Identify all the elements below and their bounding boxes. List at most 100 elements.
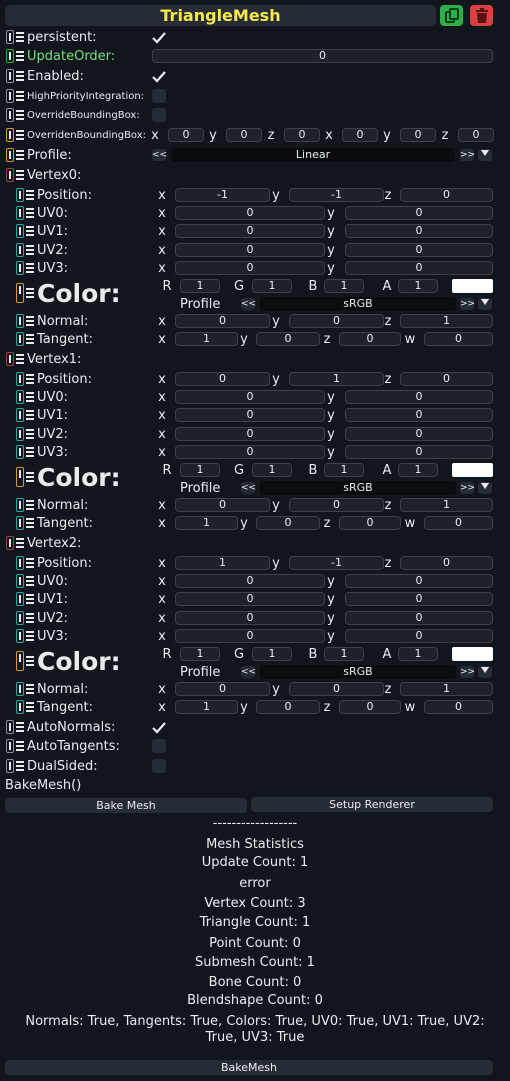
next-button[interactable]: >> bbox=[460, 666, 475, 678]
menu-icon[interactable] bbox=[16, 71, 24, 81]
color-swatch[interactable] bbox=[452, 279, 493, 293]
profile-selector[interactable]: Linear bbox=[171, 148, 455, 162]
position-z-field[interactable]: 0 bbox=[400, 556, 493, 570]
color-r-field[interactable]: 1 bbox=[180, 463, 220, 477]
color-g-field[interactable]: 1 bbox=[252, 279, 292, 293]
tangent-w-field[interactable]: 0 bbox=[424, 700, 493, 714]
uv2-y-field[interactable]: 0 bbox=[345, 426, 493, 441]
uv2-x-field[interactable]: 0 bbox=[175, 426, 325, 441]
menu-icon[interactable] bbox=[26, 518, 34, 528]
color-profile-selector[interactable]: sRGB bbox=[260, 481, 456, 495]
uv3-x-field[interactable]: 0 bbox=[175, 628, 325, 643]
menu-icon[interactable] bbox=[26, 656, 34, 666]
drag-handle[interactable] bbox=[6, 739, 14, 753]
color-r-field[interactable]: 1 bbox=[180, 279, 220, 293]
color-g-field[interactable]: 1 bbox=[252, 463, 292, 477]
drag-handle[interactable] bbox=[6, 49, 14, 63]
next-button[interactable]: >> bbox=[460, 149, 475, 161]
tangent-x-field[interactable]: 1 bbox=[175, 516, 238, 530]
bbox-field[interactable]: 0 bbox=[342, 128, 378, 142]
drag-handle[interactable] bbox=[6, 148, 14, 162]
menu-icon[interactable] bbox=[16, 91, 24, 101]
prev-button[interactable]: << bbox=[152, 149, 167, 161]
menu-icon[interactable] bbox=[26, 226, 34, 237]
dropdown-button[interactable] bbox=[478, 482, 492, 494]
position-y-field[interactable]: -1 bbox=[289, 188, 384, 202]
color-r-field[interactable]: 1 bbox=[180, 647, 220, 661]
position-x-field[interactable]: 1 bbox=[175, 556, 270, 570]
menu-icon[interactable] bbox=[26, 374, 34, 384]
position-x-field[interactable]: 0 bbox=[175, 372, 270, 386]
menu-icon[interactable] bbox=[16, 761, 24, 771]
dropdown-button[interactable] bbox=[478, 149, 492, 161]
drag-handle[interactable] bbox=[16, 700, 24, 714]
drag-handle[interactable] bbox=[6, 352, 14, 366]
drag-handle[interactable] bbox=[6, 720, 14, 734]
dropdown-button[interactable] bbox=[478, 666, 492, 678]
drag-handle[interactable] bbox=[6, 759, 14, 773]
menu-icon[interactable] bbox=[26, 684, 34, 694]
tangent-x-field[interactable]: 1 bbox=[175, 700, 238, 714]
menu-icon[interactable] bbox=[16, 110, 24, 120]
uv3-y-field[interactable]: 0 bbox=[345, 444, 493, 459]
drag-handle[interactable] bbox=[16, 283, 24, 303]
drag-handle[interactable] bbox=[16, 188, 24, 202]
drag-handle[interactable] bbox=[16, 444, 24, 459]
normal-z-field[interactable]: 1 bbox=[400, 682, 493, 696]
prev-button[interactable]: << bbox=[241, 666, 256, 678]
uv3-x-field[interactable]: 0 bbox=[175, 444, 325, 459]
menu-icon[interactable] bbox=[26, 392, 34, 402]
bakemesh-button[interactable]: BakeMesh bbox=[5, 1060, 493, 1075]
menu-icon[interactable] bbox=[26, 500, 34, 510]
bbox-field[interactable]: 0 bbox=[168, 128, 204, 142]
uv0-y-field[interactable]: 0 bbox=[345, 574, 493, 588]
dualsided-checkbox[interactable] bbox=[152, 759, 166, 773]
normal-x-field[interactable]: 0 bbox=[175, 498, 270, 512]
drag-handle[interactable] bbox=[16, 610, 24, 625]
drag-handle[interactable] bbox=[16, 314, 24, 328]
drag-handle[interactable] bbox=[16, 574, 24, 588]
color-a-field[interactable]: 1 bbox=[398, 463, 438, 477]
drag-handle[interactable] bbox=[16, 242, 24, 257]
persistent-checkbox[interactable] bbox=[152, 30, 166, 44]
menu-icon[interactable] bbox=[16, 354, 24, 364]
bbox-field[interactable]: 0 bbox=[458, 128, 494, 142]
drag-handle[interactable] bbox=[16, 682, 24, 696]
color-swatch[interactable] bbox=[452, 647, 493, 661]
drag-handle[interactable] bbox=[16, 332, 24, 346]
normal-z-field[interactable]: 1 bbox=[400, 314, 493, 328]
menu-icon[interactable] bbox=[26, 594, 34, 605]
drag-handle[interactable] bbox=[16, 224, 24, 239]
normal-z-field[interactable]: 1 bbox=[400, 498, 493, 512]
normal-y-field[interactable]: 0 bbox=[289, 682, 384, 696]
menu-icon[interactable] bbox=[26, 410, 34, 421]
uv0-x-field[interactable]: 0 bbox=[175, 574, 325, 588]
setup-renderer-button[interactable]: Setup Renderer bbox=[251, 797, 493, 812]
color-a-field[interactable]: 1 bbox=[398, 647, 438, 661]
uv2-x-field[interactable]: 0 bbox=[175, 242, 325, 257]
menu-icon[interactable] bbox=[26, 244, 34, 255]
uv1-x-field[interactable]: 0 bbox=[175, 592, 325, 607]
autotangents-checkbox[interactable] bbox=[152, 739, 166, 753]
color-profile-selector[interactable]: sRGB bbox=[260, 665, 456, 679]
menu-icon[interactable] bbox=[26, 630, 34, 641]
color-a-field[interactable]: 1 bbox=[398, 279, 438, 293]
normal-y-field[interactable]: 0 bbox=[289, 498, 384, 512]
bbox-field[interactable]: 0 bbox=[400, 128, 436, 142]
bake-mesh-button[interactable]: Bake Mesh bbox=[5, 798, 247, 813]
menu-icon[interactable] bbox=[26, 262, 34, 273]
menu-icon[interactable] bbox=[26, 208, 34, 218]
uv3-y-field[interactable]: 0 bbox=[345, 628, 493, 643]
position-y-field[interactable]: 1 bbox=[289, 372, 384, 386]
drag-handle[interactable] bbox=[6, 30, 14, 44]
tangent-y-field[interactable]: 0 bbox=[256, 332, 320, 346]
menu-icon[interactable] bbox=[16, 130, 24, 140]
updateorder-field[interactable]: 0 bbox=[152, 49, 493, 63]
menu-icon[interactable] bbox=[26, 428, 34, 439]
drag-handle[interactable] bbox=[16, 651, 24, 671]
uv2-y-field[interactable]: 0 bbox=[345, 610, 493, 625]
drag-handle[interactable] bbox=[16, 467, 24, 487]
tangent-w-field[interactable]: 0 bbox=[424, 332, 493, 346]
color-profile-selector[interactable]: sRGB bbox=[260, 297, 456, 311]
menu-icon[interactable] bbox=[16, 150, 24, 160]
